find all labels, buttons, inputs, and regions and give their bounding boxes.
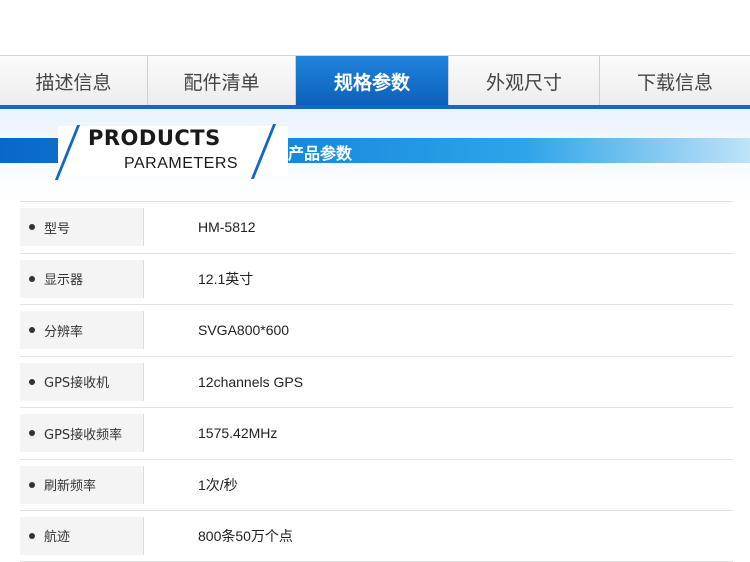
spec-value: 1575.42MHz [198, 425, 278, 442]
spec-label-cell: 刷新频率 [20, 465, 144, 504]
tab-label: 下载信息 [636, 71, 713, 94]
tab-label: 规格参数 [333, 71, 410, 94]
table-row: 刷新频率 1次/秒 [20, 458, 733, 511]
table-row: GPS接收机 12channels GPS [20, 355, 733, 408]
table-row: 分辨率 SVGA800*600 [20, 304, 733, 356]
spec-value: SVGA800*600 [198, 322, 290, 339]
spec-label: 分辨率 [44, 324, 84, 340]
table-row: 航迹 800条50万个点 [20, 510, 733, 562]
header-title-en-line1: PRODUCTS [88, 126, 221, 150]
bullet-icon [29, 378, 35, 385]
spec-value: 12channels GPS [198, 373, 304, 390]
spec-table: 型号 HM-5812 显示器 12.1英寸 分辨率 SVGA800*600 GP… [20, 201, 733, 562]
tab-downloads[interactable]: 下载信息 [600, 56, 750, 106]
spec-label: GPS接收机 [44, 376, 110, 392]
tab-accessories[interactable]: 配件清单 [148, 56, 296, 106]
spec-label: 型号 [44, 221, 71, 237]
spec-value: HM-5812 [198, 219, 256, 236]
header-title-cn: 产品参数 [288, 144, 353, 163]
spec-value: 800条50万个点 [198, 527, 293, 544]
tab-label: 配件清单 [183, 71, 260, 94]
header-title-en-line2: PARAMETERS [124, 155, 239, 172]
spec-label-cell: 型号 [20, 208, 144, 247]
spec-label: 显示器 [44, 273, 84, 289]
table-row: 型号 HM-5812 [20, 201, 733, 253]
bullet-icon [29, 430, 35, 437]
tab-specifications[interactable]: 规格参数 [296, 56, 449, 106]
spec-label-cell: GPS接收机 [20, 362, 144, 401]
tab-description[interactable]: 描述信息 [0, 56, 148, 106]
tab-bar: 描述信息 配件清单 规格参数 外观尺寸 下载信息 [0, 55, 750, 106]
bullet-icon [29, 224, 35, 231]
table-row: GPS接收频率 1575.42MHz [20, 407, 733, 459]
bullet-icon [29, 532, 35, 539]
bullet-icon [29, 481, 35, 488]
table-row: 显示器 12.1英寸 [20, 252, 733, 305]
tab-dimensions[interactable]: 外观尺寸 [449, 56, 600, 106]
spec-label-cell: 显示器 [20, 259, 144, 298]
bullet-icon [29, 275, 35, 282]
spec-label-cell: 分辨率 [20, 311, 144, 350]
spec-value: 12.1英寸 [198, 270, 254, 287]
tab-label: 描述信息 [35, 71, 112, 94]
spec-label-cell: 航迹 [20, 516, 144, 555]
spec-label-cell: GPS接收频率 [20, 414, 144, 453]
bullet-icon [29, 327, 35, 334]
spec-label: 刷新频率 [44, 479, 97, 495]
spec-label: 航迹 [44, 530, 71, 546]
tab-label: 外观尺寸 [485, 71, 562, 94]
spec-label: GPS接收频率 [44, 427, 123, 443]
spec-value: 1次/秒 [198, 476, 238, 493]
